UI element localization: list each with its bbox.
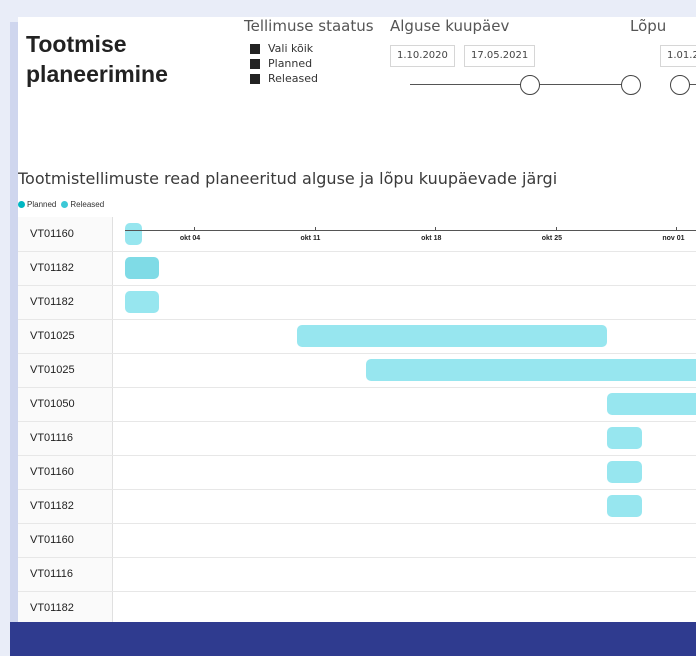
row-divider (18, 421, 696, 422)
row-label: VT01116 (30, 568, 74, 580)
row-label: VT01182 (30, 602, 74, 614)
legend-label: Released (70, 200, 105, 209)
desktop-side-strip (10, 22, 18, 622)
axis-tick (193, 227, 195, 231)
row-divider (18, 591, 696, 592)
gantt-bar[interactable] (366, 359, 696, 381)
legend-dot-icon (61, 201, 69, 208)
row-divider (18, 557, 696, 558)
desktop-left-band (0, 0, 10, 656)
start-date-slider-handle-right[interactable] (621, 75, 641, 95)
end-date-slider-handle-left[interactable] (670, 75, 690, 95)
start-date-from-input[interactable]: 1.10.2020 (390, 45, 455, 67)
gantt-bar[interactable] (125, 257, 160, 279)
status-option-label: Vali kõik (268, 42, 314, 55)
row-divider (18, 285, 696, 286)
gantt-bar[interactable] (607, 427, 642, 449)
axis-tick (435, 227, 437, 231)
end-date-from-input[interactable]: 1.01.2 (660, 45, 696, 67)
start-date-to-input[interactable]: 17.05.2021 (464, 45, 536, 67)
label-separator (112, 217, 113, 622)
checkbox-icon[interactable] (250, 73, 260, 84)
axis-tick (555, 227, 557, 231)
row-label: VT01025 (30, 330, 75, 342)
start-date-slider-handle-left[interactable] (520, 75, 540, 95)
legend-item-planned[interactable]: Planned (18, 200, 56, 209)
gantt-bar[interactable] (125, 223, 143, 245)
row-divider (18, 489, 696, 490)
status-option-released[interactable]: Released (250, 71, 318, 86)
status-option-planned[interactable]: Planned (250, 56, 318, 71)
axis-tick-label: okt 25 (541, 235, 562, 242)
end-date-slicer-title: Lõpu (630, 17, 667, 35)
date-axis-line (125, 230, 696, 231)
legend-item-released[interactable]: Released (61, 200, 104, 209)
page-title-line2: planeerimine (26, 61, 168, 87)
start-date-slicer-title: Alguse kuupäev (390, 17, 510, 35)
page-title: Tootmise planeerimine (26, 29, 168, 89)
row-divider (18, 455, 696, 456)
checkbox-icon[interactable] (250, 58, 260, 69)
checkbox-icon[interactable] (250, 43, 260, 54)
gantt-bar[interactable] (607, 461, 642, 483)
axis-tick-label: nov 01 (662, 235, 685, 242)
row-label: VT01116 (30, 432, 74, 444)
row-label: VT01160 (30, 228, 74, 240)
status-option-label: Planned (268, 57, 313, 70)
axis-tick-label: okt 04 (179, 235, 201, 242)
chart-legend: Planned Released (18, 200, 109, 209)
row-label: VT01182 (30, 296, 74, 308)
axis-tick-label: okt 11 (300, 235, 321, 242)
gantt-bar[interactable] (297, 325, 608, 347)
page-title-line1: Tootmise (26, 31, 127, 57)
visual-title: Tootmistellimuste read planeeritud algus… (18, 169, 558, 188)
status-option-select-all[interactable]: Vali kõik (250, 41, 318, 56)
gantt-bar[interactable] (607, 393, 696, 415)
status-slicer-title: Tellimuse staatus (244, 17, 374, 35)
axis-tick-label: okt 18 (421, 235, 442, 242)
row-divider (18, 387, 696, 388)
legend-dot-icon (18, 201, 25, 208)
row-label-column (18, 217, 112, 622)
status-slicer: Vali kõik Planned Released (250, 41, 318, 86)
row-label: VT01182 (30, 500, 74, 512)
axis-tick (314, 227, 316, 231)
gantt-bar[interactable] (607, 495, 642, 517)
report-canvas: Tootmise planeerimine Tellimuse staatus … (18, 17, 696, 622)
row-divider (18, 251, 696, 252)
row-label: VT01160 (30, 534, 74, 546)
row-divider (18, 523, 696, 524)
row-divider (18, 353, 696, 354)
gantt-bar[interactable] (125, 291, 160, 313)
row-label: VT01182 (30, 262, 74, 274)
axis-tick (676, 227, 678, 231)
legend-label: Planned (27, 200, 57, 209)
row-label: VT01050 (30, 398, 75, 410)
row-label: VT01025 (30, 364, 75, 376)
gantt-chart: VT01160 VT01182 VT01182 VT01025 VT01025 VT010… (18, 217, 696, 622)
row-label: VT01160 (30, 466, 74, 478)
row-divider (18, 319, 696, 320)
status-option-label: Released (268, 72, 318, 85)
